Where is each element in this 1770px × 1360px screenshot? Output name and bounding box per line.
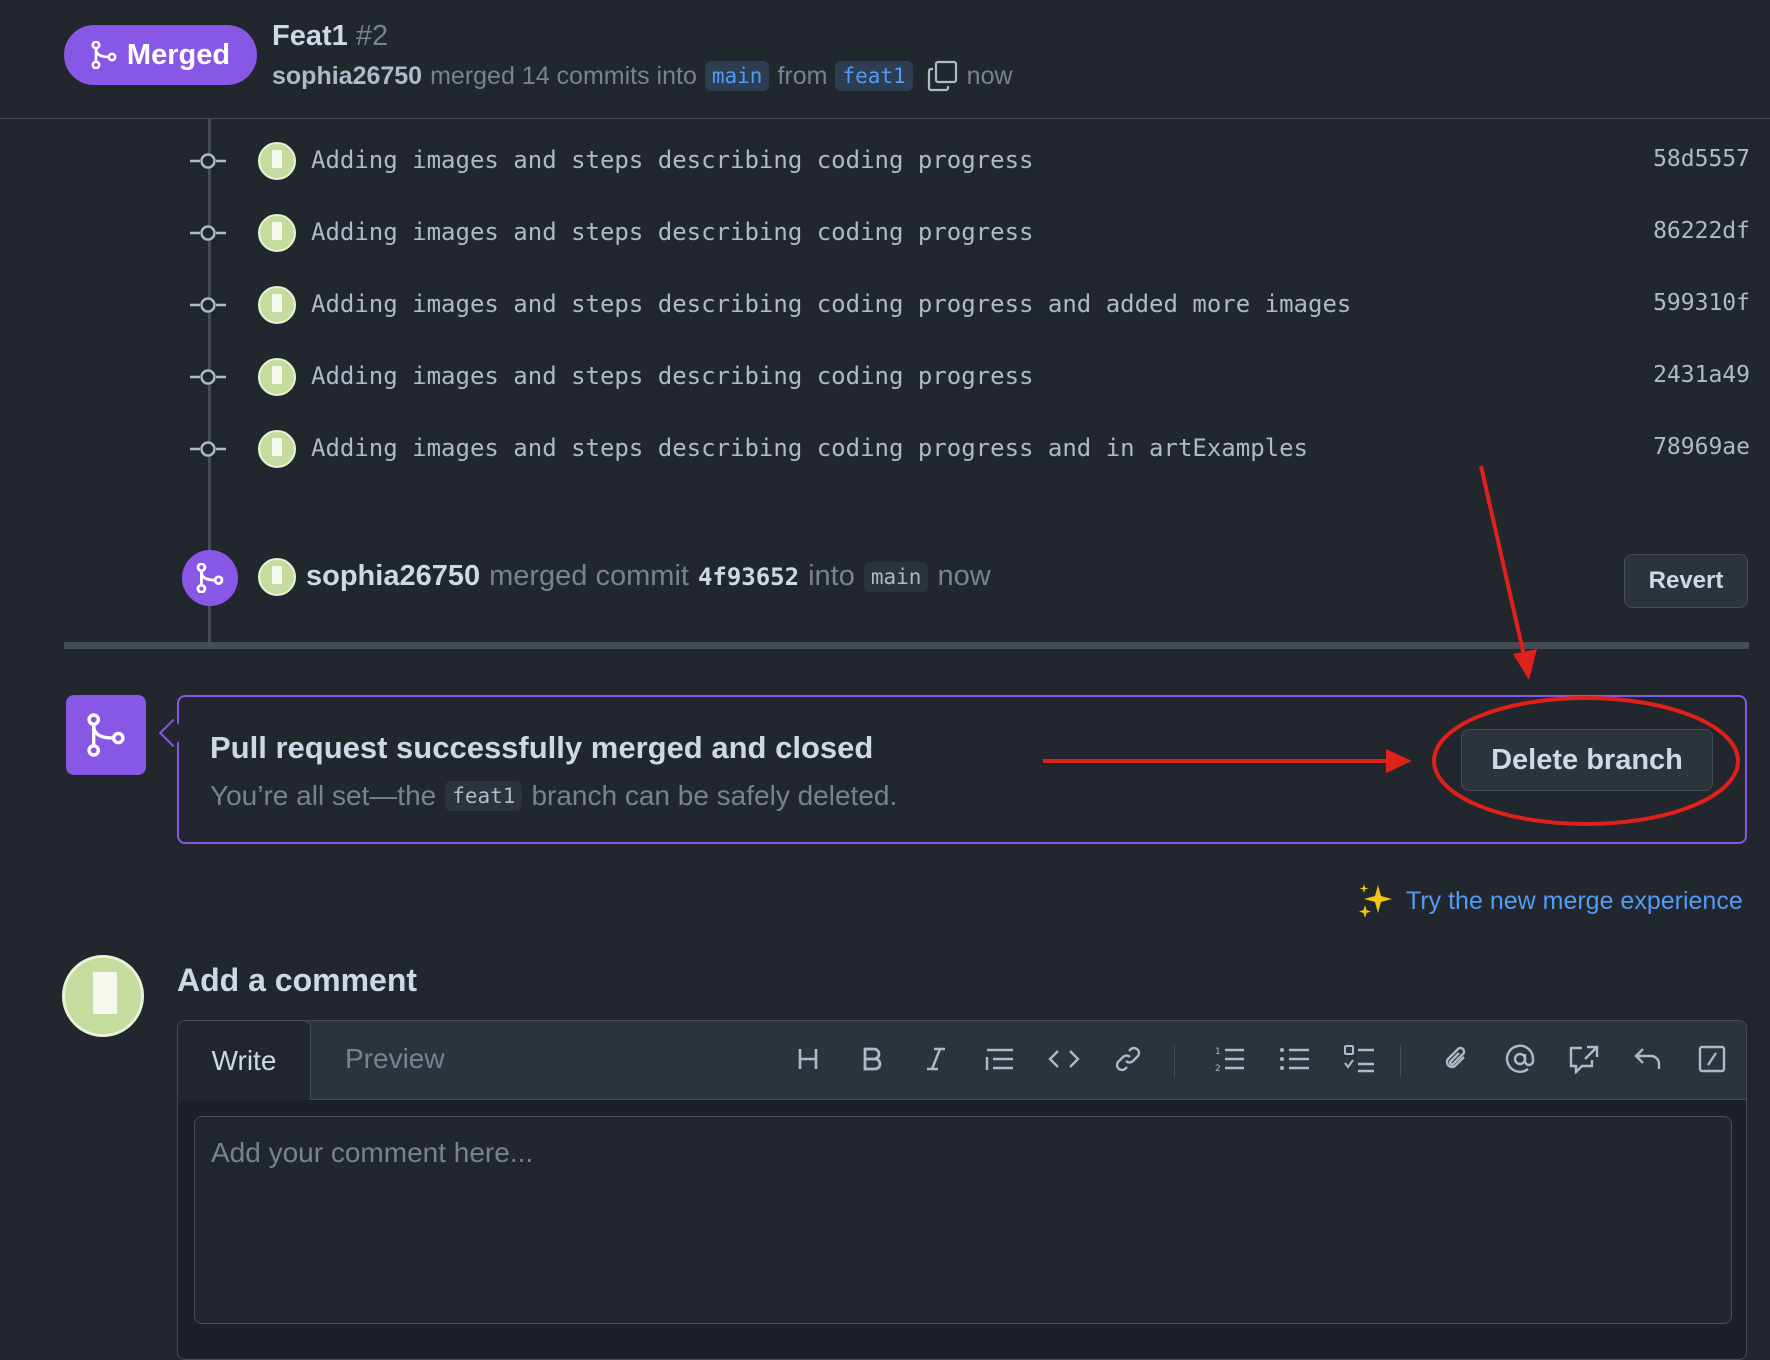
avatar[interactable] <box>258 286 296 324</box>
pr-author-link[interactable]: sophia26750 <box>272 62 422 91</box>
commit-message-link[interactable]: Adding images and steps describing codin… <box>311 218 1033 246</box>
merge-event-icon <box>182 550 238 606</box>
merge-author-link[interactable]: sophia26750 <box>306 560 480 593</box>
comment-heading: Add a comment <box>177 962 418 998</box>
attach-icon[interactable] <box>1434 1039 1478 1079</box>
deletable-branch-label: feat1 <box>445 781 523 811</box>
comment-box: Write Preview 12 <box>177 1020 1747 1360</box>
revert-button[interactable]: Revert <box>1624 554 1748 608</box>
commit-message-link[interactable]: Adding images and steps describing codin… <box>311 362 1033 390</box>
merge-event-label: merged commit <box>489 560 689 592</box>
commit-row: Adding images and steps describing codin… <box>190 136 1750 186</box>
commit-node-icon <box>190 153 226 169</box>
merged-status-icon <box>66 695 146 775</box>
commit-message-link[interactable]: Adding images and steps describing codin… <box>311 290 1351 318</box>
pr-from-text: from <box>777 61 828 90</box>
commit-row: Adding images and steps describing codin… <box>190 424 1750 474</box>
numbered-list-icon[interactable]: 12 <box>1208 1039 1252 1079</box>
annotation-arrowhead-diagonal <box>1513 649 1537 680</box>
commit-row: Adding images and steps describing codin… <box>190 280 1750 330</box>
merged-status-label: Merged <box>126 38 231 71</box>
pr-meta: sophia26750 merged 14 commits into main … <box>272 60 1013 92</box>
commit-row: Adding images and steps describing codin… <box>190 352 1750 402</box>
svg-text:2: 2 <box>1215 1064 1221 1073</box>
comment-tab-bar: Write Preview 12 <box>178 1021 1746 1100</box>
comment-avatar[interactable] <box>62 955 144 1037</box>
mention-icon[interactable] <box>1498 1039 1542 1079</box>
sparkles-icon <box>1359 884 1392 918</box>
bulleted-list-icon[interactable] <box>1273 1039 1317 1079</box>
toolbar-divider <box>1400 1045 1401 1077</box>
pr-time: now <box>966 61 1013 90</box>
quote-icon[interactable] <box>978 1039 1022 1079</box>
merge-commit-sha-link[interactable]: 4f93652 <box>698 563 799 591</box>
commit-node-icon <box>190 297 226 313</box>
commit-node-icon <box>190 441 226 457</box>
merge-target-branch[interactable]: main <box>863 561 929 592</box>
merge-event-time: now <box>937 560 991 592</box>
base-branch-label[interactable]: main <box>704 61 770 91</box>
toolbar-divider <box>1174 1045 1175 1077</box>
comment-textarea[interactable] <box>194 1116 1732 1324</box>
bold-icon[interactable] <box>850 1039 894 1079</box>
link-icon[interactable] <box>1106 1039 1150 1079</box>
merged-sub-after: branch can be safely deleted. <box>531 780 898 811</box>
merge-icon <box>87 713 125 757</box>
heading-icon[interactable] <box>786 1039 830 1079</box>
reply-icon[interactable] <box>1626 1039 1670 1079</box>
task-list-icon[interactable] <box>1338 1039 1382 1079</box>
merged-sub-before: You’re all set—the <box>210 780 437 811</box>
commit-sha-link[interactable]: 78969ae <box>1653 434 1750 460</box>
commit-sha-link[interactable]: 599310f <box>1653 290 1750 316</box>
commit-message-link[interactable]: Adding images and steps describing codin… <box>311 434 1308 462</box>
delete-branch-button[interactable]: Delete branch <box>1461 729 1713 791</box>
copy-icon[interactable] <box>927 60 959 92</box>
commit-sha-link[interactable]: 58d5557 <box>1653 146 1750 172</box>
new-merge-link-label[interactable]: Try the new merge experience <box>1406 887 1743 916</box>
commit-node-icon <box>190 369 226 385</box>
pr-merged-text: merged 14 commits into <box>430 61 697 90</box>
merged-status-badge: Merged <box>64 25 257 85</box>
merged-status-title: Pull request successfully merged and clo… <box>210 730 874 765</box>
tab-write[interactable]: Write <box>178 1021 311 1100</box>
commit-message-link[interactable]: Adding images and steps describing codin… <box>311 146 1033 174</box>
avatar[interactable] <box>258 558 296 596</box>
new-merge-experience-link[interactable]: Try the new merge experience <box>1356 881 1743 921</box>
pr-title-text: Feat1 <box>272 20 348 52</box>
avatar[interactable] <box>258 358 296 396</box>
cross-reference-icon[interactable] <box>1562 1039 1606 1079</box>
slash-command-icon[interactable] <box>1690 1039 1734 1079</box>
merge-event-text: sophia26750 merged commit 4f93652 into m… <box>306 560 991 593</box>
tab-preview[interactable]: Preview <box>345 1043 445 1075</box>
timeline-divider <box>64 642 1749 649</box>
merge-icon <box>196 563 224 593</box>
merge-icon <box>91 41 117 69</box>
commit-sha-link[interactable]: 86222df <box>1653 218 1750 244</box>
code-icon[interactable] <box>1042 1039 1086 1079</box>
pr-title: Feat1 #2 <box>272 20 388 53</box>
svg-text:1: 1 <box>1215 1047 1221 1057</box>
avatar[interactable] <box>258 214 296 252</box>
pr-number: #2 <box>355 20 389 52</box>
avatar[interactable] <box>258 142 296 180</box>
avatar[interactable] <box>258 430 296 468</box>
commit-row: Adding images and steps describing codin… <box>190 208 1750 258</box>
merge-event: sophia26750 merged commit 4f93652 into m… <box>182 550 1748 610</box>
head-branch-label[interactable]: feat1 <box>835 61 913 91</box>
merged-status-subtitle: You’re all set—the feat1 branch can be s… <box>210 780 897 812</box>
commit-node-icon <box>190 225 226 241</box>
commit-sha-link[interactable]: 2431a49 <box>1653 362 1750 388</box>
merge-into-text: into <box>808 560 855 592</box>
italic-icon[interactable] <box>914 1039 958 1079</box>
